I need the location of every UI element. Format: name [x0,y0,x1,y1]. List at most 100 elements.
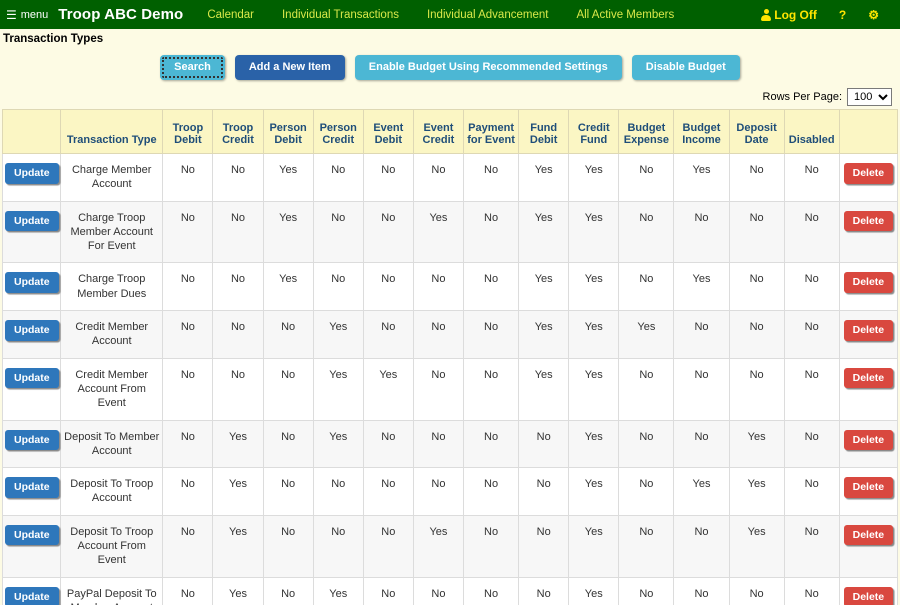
transaction-types-table: Transaction Type Troop Debit Troop Credit Per… [1,109,899,605]
rows-per-page-select[interactable]: 102550100 [847,88,892,106]
value-cell: No [312,514,364,578]
enable-budget-button[interactable]: Enable Budget Using Recommended Settings [354,55,622,80]
value-cell: Yes [518,262,570,312]
disable-budget-button[interactable]: Disable Budget [631,55,740,80]
value-cell: Yes [568,514,620,578]
delete-button[interactable]: Delete [843,367,894,389]
value-cell: Yes [568,467,620,516]
nav-link-individual-advancement[interactable]: Individual Advancement [413,9,562,21]
value-cell: No [412,576,465,605]
table-header-action [838,109,899,154]
delete-button[interactable]: Delete [843,272,894,293]
value-cell: No [462,310,520,359]
value-cell: No [412,419,465,469]
toolbar-container: Search Add a New Item Enable Budget Usin… [0,49,900,84]
value-cell: No [783,514,840,578]
delete-button[interactable]: Delete [843,524,894,546]
value-cell: No [783,467,840,516]
value-cell: No [728,200,785,264]
transaction-type-name-cell: Credit Member Account From Event [60,357,164,421]
delete-button[interactable]: Delete [843,586,894,605]
value-cell: Yes [618,310,675,359]
value-cell: Yes [262,153,314,202]
value-cell: No [618,576,675,605]
update-button[interactable]: Update [5,320,59,341]
update-button[interactable]: Update [5,272,59,293]
value-cell: No [673,576,730,605]
delete-cell: Delete [838,153,899,202]
table-header-cell: Budget Expense [618,109,675,154]
update-button[interactable]: Update [5,477,59,498]
value-cell: No [673,514,730,578]
top-right-actions: Log Off ? ⚙ [750,8,900,21]
update-button[interactable]: Update [5,586,59,605]
value-cell: Yes [212,467,264,516]
value-cell: No [162,357,214,421]
help-button[interactable]: ? [828,9,857,21]
value-cell: Yes [673,467,730,516]
delete-button[interactable]: Delete [843,477,894,498]
value-cell: No [262,310,314,359]
value-cell: Yes [518,310,570,359]
value-cell: No [728,357,785,421]
value-cell: Yes [212,514,264,578]
value-cell: No [462,262,520,312]
value-cell: No [262,357,314,421]
transaction-type-name-cell: PayPal Deposit To Member Account [60,576,164,605]
value-cell: No [212,262,264,312]
value-cell: No [728,153,785,202]
value-cell: Yes [312,357,364,421]
nav-link-all-active-members[interactable]: All Active Members [562,9,688,21]
value-cell: No [412,467,465,516]
nav-link-individual-transactions[interactable]: Individual Transactions [268,9,413,21]
menu-button[interactable]: ☰ menu [0,9,54,21]
table-row: Update Charge Member Account No No Yes No No No… [1,153,899,202]
update-button[interactable]: Update [5,163,59,184]
value-cell: No [462,576,520,605]
update-button[interactable]: Update [5,367,59,389]
add-new-item-button[interactable]: Add a New Item [234,55,345,80]
value-cell: No [783,200,840,264]
value-cell: No [673,200,730,264]
table-header-cell: Budget Income [673,109,730,154]
update-button[interactable]: Update [5,429,59,451]
delete-button[interactable]: Delete [843,429,894,451]
transaction-type-name-cell: Deposit To Troop Account From Event [60,514,164,578]
log-off-button[interactable]: Log Off [750,8,828,21]
value-cell: No [412,310,465,359]
value-cell: No [673,419,730,469]
search-button[interactable]: Search [160,55,225,80]
value-cell: Yes [568,200,620,264]
value-cell: Yes [212,419,264,469]
value-cell: Yes [518,153,570,202]
value-cell: Yes [728,419,785,469]
value-cell: No [362,262,414,312]
value-cell: No [462,514,520,578]
value-cell: No [673,357,730,421]
gear-icon[interactable]: ⚙ [857,9,890,21]
delete-button[interactable]: Delete [843,210,894,232]
value-cell: No [518,576,570,605]
transaction-type-name-cell: Charge Member Account [60,153,164,202]
menu-label: menu [20,8,49,21]
table-header: Transaction Type Troop Debit Troop Credit Per… [1,109,899,154]
value-cell: No [262,467,314,516]
delete-button[interactable]: Delete [843,163,894,184]
update-button[interactable]: Update [5,524,59,546]
update-button[interactable]: Update [5,210,59,232]
value-cell: No [783,419,840,469]
value-cell: No [462,419,520,469]
update-cell: Update [1,576,62,605]
app-brand-title: Troop ABC Demo [58,6,184,23]
value-cell: Yes [312,419,364,469]
value-cell: No [362,467,414,516]
update-cell: Update [1,153,62,202]
table-header-cell: Disabled [783,109,840,154]
table-row: Update Charge Troop Member Dues No No Yes No N… [1,262,899,312]
value-cell: Yes [412,514,465,578]
nav-link-calendar[interactable]: Calendar [193,9,268,21]
table-header-cell: Deposit Date [728,109,785,154]
value-cell: No [728,576,785,605]
value-cell: Yes [412,200,465,264]
delete-button[interactable]: Delete [843,320,894,341]
